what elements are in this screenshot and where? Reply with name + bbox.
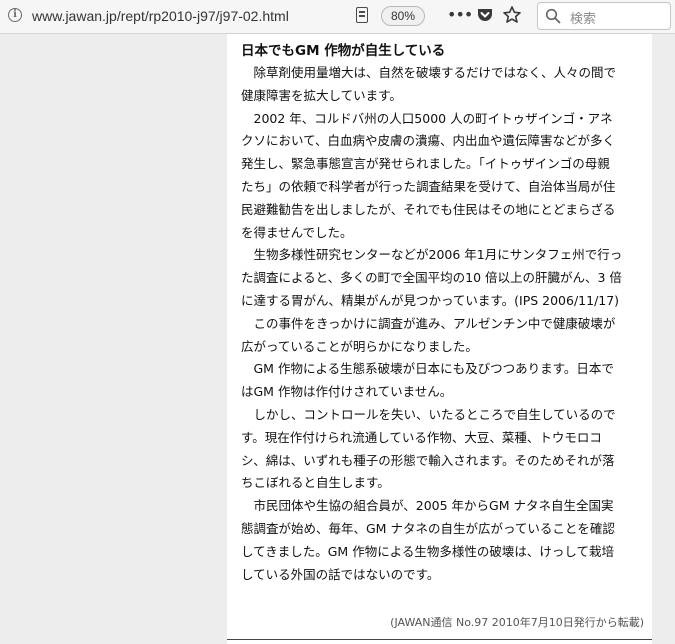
article-title: 日本でもGM 作物が自生している	[241, 43, 446, 59]
pocket-icon[interactable]	[476, 6, 494, 24]
bookmark-star-icon[interactable]	[502, 5, 522, 25]
url-bar[interactable]: www.jawan.jp/rept/rp2010-j97/j97-02.html	[32, 8, 289, 24]
article-page: 日本でもGM 作物が自生している 除草剤使用量増大は、自然を破壊するだけではなく…	[227, 34, 652, 644]
text-line: 除草剤使用量増大は、自然を破壊するだけではなく、人々の間で	[253, 65, 617, 80]
article-paragraph: GM 作物による生態系破壊が日本にも及びつつあります。日本ではGM 作物は作付け…	[241, 358, 643, 404]
article-paragraph: 2002 年、コルドバ州の人口5000 人の町イトゥザインゴ・アネクソにおいて、…	[241, 108, 643, 245]
text-line: た調査によると、多くの町で全国平均の10 倍以上の肝臓がん、3 倍	[241, 270, 622, 286]
text-line: シ、綿は、いずれも種子の形態で輸入されます。そのためそれが落	[241, 452, 615, 468]
reader-view-icon[interactable]	[356, 7, 368, 23]
text-line: 健康障害を拡大しています。	[241, 87, 402, 103]
page-divider	[227, 639, 652, 640]
text-line: ちこぼれると自生します。	[241, 475, 390, 491]
source-credit: (JAWAN通信 No.97 2010年7月10日発行から転載)	[390, 616, 644, 629]
text-line: たち」の依頼で科学者が行った調査結果を受けて、自治体当局が住	[241, 178, 616, 194]
text-line: はGM 作物は作付けされていません。	[241, 384, 453, 400]
text-line: 2002 年、コルドバ州の人口5000 人の町イトゥザインゴ・アネ	[253, 110, 613, 126]
zoom-level-button[interactable]: 80%	[381, 6, 425, 26]
more-actions-icon[interactable]: •••	[447, 6, 473, 24]
text-line: 態調査が始め、毎年、GM ナタネの自生が広がっていることを確認	[241, 520, 615, 536]
search-icon	[545, 8, 561, 24]
text-line: してきました。GM 作物による生物多様性の破壊は、けっして栽培	[241, 543, 614, 559]
text-line: クソにおいて、白血病や皮膚の潰瘍、内出血や遺伝障害などが多く	[241, 133, 616, 149]
text-line: GM 作物による生態系破壊が日本にも及びつつあります。日本で	[253, 361, 614, 377]
info-icon[interactable]: i	[8, 8, 22, 22]
browser-toolbar: i www.jawan.jp/rept/rp2010-j97/j97-02.ht…	[0, 0, 675, 34]
article-paragraph: 生物多様性研究センターなどが2006 年1月にサンタフェ州で行った調査によると、…	[241, 244, 643, 312]
text-line: を得ませんでした。	[241, 224, 353, 240]
text-line: す。現在作付けられ流通している作物、大豆、菜種、トウモロコ	[241, 429, 602, 445]
article-paragraph: しかし、コントロールを失い、いたるところで自生しているのです。現在作付けられ流通…	[241, 404, 643, 495]
search-box[interactable]: 検索	[537, 2, 671, 30]
text-line: 広がっていることが明らかになりました。	[241, 338, 478, 354]
text-line: に達する胃がん、精巣がんが見つかっています。(IPS 2006/11/17)	[241, 292, 620, 308]
text-line: 生物多様性研究センターなどが2006 年1月にサンタフェ州で行っ	[253, 247, 623, 263]
text-line: 民避難勧告を出しましたが、それでも住民はその地にとどまらざる	[241, 201, 616, 217]
text-line: この事件をきっかけに調査が進み、アルゼンチン中で健康破壊が	[253, 315, 616, 331]
article-body: 除草剤使用量増大は、自然を破壊するだけではなく、人々の間で健康障害を拡大していま…	[241, 62, 643, 586]
text-line: 市民団体や生協の組合員が、2005 年からGM ナタネ自生全国実	[253, 498, 614, 514]
article-paragraph: この事件をきっかけに調査が進み、アルゼンチン中で健康破壊が広がっていることが明ら…	[241, 313, 643, 359]
search-placeholder: 検索	[570, 12, 597, 27]
article-paragraph: 市民団体や生協の組合員が、2005 年からGM ナタネ自生全国実態調査が始め、毎…	[241, 495, 643, 586]
article-paragraph: 除草剤使用量増大は、自然を破壊するだけではなく、人々の間で健康障害を拡大していま…	[241, 62, 643, 108]
text-line: しかし、コントロールを失い、いたるところで自生しているので	[253, 406, 616, 422]
text-line: している外国の話ではないのです。	[241, 566, 440, 582]
text-line: 発生し、緊急事態宣言が発せられました。「イトゥザインゴの母親	[241, 156, 610, 172]
